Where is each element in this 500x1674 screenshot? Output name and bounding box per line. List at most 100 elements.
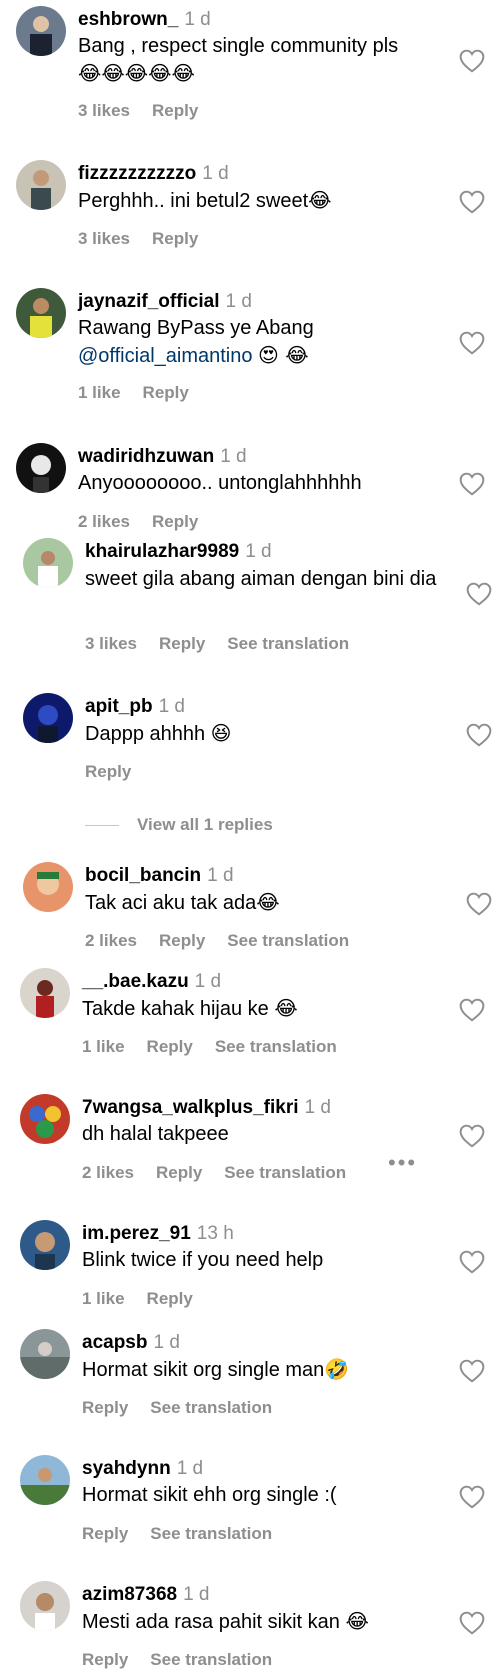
avatar[interactable]: [20, 1220, 70, 1270]
avatar[interactable]: [16, 6, 66, 56]
comment-mention-link[interactable]: @official_aimantino: [78, 345, 252, 367]
comment-username[interactable]: acapsb: [82, 1332, 147, 1353]
likes-count[interactable]: 3 likes: [78, 101, 130, 120]
reply-thread-divider: [85, 825, 119, 827]
comment-username[interactable]: syahdynn: [82, 1458, 171, 1479]
view-all-replies-label[interactable]: View all 1 replies: [137, 815, 273, 834]
comment-body: dh halal takpeee: [82, 1123, 229, 1145]
comment-time: 1 d: [207, 865, 234, 886]
reply-button[interactable]: Reply: [152, 512, 198, 531]
avatar[interactable]: [20, 968, 70, 1018]
like-heart-icon[interactable]: [459, 190, 485, 214]
comment-username[interactable]: im.perez_91: [82, 1223, 191, 1244]
avatar[interactable]: [16, 443, 66, 493]
comment-body: Dappp ahhhh: [85, 723, 206, 745]
comment-text: Perghhh.. ini betul2 sweet😂: [78, 187, 428, 215]
reply-button[interactable]: Reply: [159, 634, 205, 653]
comment-text: Hormat sikit ehh org single :(: [82, 1482, 432, 1509]
avatar[interactable]: [20, 1455, 70, 1505]
like-heart-icon[interactable]: [459, 1611, 485, 1635]
comment-text: sweet gila abang aiman dengan bini dia: [85, 566, 445, 593]
comment-username[interactable]: fizzzzzzzzzzo: [78, 163, 196, 184]
like-heart-icon[interactable]: [459, 472, 485, 496]
reply-button[interactable]: Reply: [85, 762, 131, 781]
view-all-replies-button[interactable]: View all 1 replies: [85, 814, 415, 836]
likes-count[interactable]: 2 likes: [78, 512, 130, 531]
avatar[interactable]: [20, 1094, 70, 1144]
reply-button[interactable]: Reply: [159, 931, 205, 950]
more-options-icon[interactable]: •••: [388, 1152, 417, 1174]
comment-text: Bang , respect single community pls 😂😂😂😂…: [78, 33, 428, 88]
like-heart-icon[interactable]: [459, 1124, 485, 1148]
avatar[interactable]: [23, 693, 73, 743]
comment-username[interactable]: __.bae.kazu: [82, 971, 189, 992]
avatar[interactable]: [20, 1581, 70, 1631]
comment-body: sweet gila abang aiman dengan bini dia: [85, 568, 437, 590]
reply-button[interactable]: Reply: [82, 1650, 128, 1669]
comment-time: 1 d: [184, 9, 211, 30]
comment-time: 1 d: [220, 446, 247, 467]
comment-text: Blink twice if you need help: [82, 1247, 432, 1274]
like-heart-icon[interactable]: [459, 1485, 485, 1509]
comment-time: 1 d: [153, 1332, 180, 1353]
comment-body: Rawang ByPass ye Abang: [78, 317, 314, 339]
like-heart-icon[interactable]: [466, 723, 492, 747]
like-heart-icon[interactable]: [459, 1250, 485, 1274]
comment-body: Hormat sikit org single man: [82, 1359, 325, 1381]
reply-button[interactable]: Reply: [82, 1524, 128, 1543]
comment-body: Takde kahak hijau ke: [82, 998, 269, 1020]
avatar[interactable]: [23, 862, 73, 912]
reply-button[interactable]: Reply: [147, 1037, 193, 1056]
like-heart-icon[interactable]: [466, 582, 492, 606]
see-translation-link[interactable]: See translation: [227, 931, 349, 950]
comment-time: 1 d: [245, 541, 272, 562]
comment-emoji: 😂😂😂😂😂: [78, 61, 195, 85]
comment-text: Hormat sikit org single man🤣: [82, 1356, 432, 1384]
like-heart-icon[interactable]: [459, 1359, 485, 1383]
see-translation-link[interactable]: See translation: [150, 1398, 272, 1417]
likes-count[interactable]: 2 likes: [85, 931, 137, 950]
like-heart-icon[interactable]: [459, 998, 485, 1022]
comment-username[interactable]: jaynazif_official: [78, 291, 220, 312]
comment-username[interactable]: eshbrown_: [78, 9, 178, 30]
likes-count[interactable]: 1 like: [78, 383, 121, 402]
comment-body: Mesti ada rasa pahit sikit kan: [82, 1611, 340, 1633]
likes-count[interactable]: 3 likes: [78, 229, 130, 248]
reply-button[interactable]: Reply: [82, 1398, 128, 1417]
comment-username[interactable]: 7wangsa_walkplus_fikri: [82, 1097, 299, 1118]
like-heart-icon[interactable]: [466, 892, 492, 916]
likes-count[interactable]: 3 likes: [85, 634, 137, 653]
comment-username[interactable]: azim87368: [82, 1584, 177, 1605]
comment-emoji: 😂: [256, 890, 280, 914]
reply-button[interactable]: Reply: [147, 1289, 193, 1308]
like-heart-icon[interactable]: [459, 49, 485, 73]
avatar[interactable]: [16, 288, 66, 338]
see-translation-link[interactable]: See translation: [215, 1037, 337, 1056]
comment-username[interactable]: bocil_bancin: [85, 865, 201, 886]
reply-button[interactable]: Reply: [152, 229, 198, 248]
comment-username[interactable]: apit_pb: [85, 696, 153, 717]
see-translation-link[interactable]: See translation: [150, 1524, 272, 1543]
comment-emoji: 🤣: [324, 1357, 350, 1381]
comment-time: 1 d: [183, 1584, 210, 1605]
likes-count[interactable]: 1 like: [82, 1289, 125, 1308]
avatar[interactable]: [23, 538, 73, 588]
comment-username[interactable]: wadiridhzuwan: [78, 446, 214, 467]
avatar[interactable]: [16, 160, 66, 210]
comment-time: 1 d: [202, 163, 229, 184]
comment-time: 13 h: [196, 1223, 234, 1244]
like-heart-icon[interactable]: [459, 331, 485, 355]
likes-count[interactable]: 1 like: [82, 1037, 125, 1056]
see-translation-link[interactable]: See translation: [224, 1163, 346, 1182]
avatar[interactable]: [20, 1329, 70, 1379]
comment-body: Blink twice if you need help: [82, 1249, 324, 1271]
likes-count[interactable]: 2 likes: [82, 1163, 134, 1182]
see-translation-link[interactable]: See translation: [150, 1650, 272, 1669]
reply-button[interactable]: Reply: [143, 383, 189, 402]
comment-username[interactable]: khairulazhar9989: [85, 541, 239, 562]
reply-button[interactable]: Reply: [156, 1163, 202, 1182]
see-translation-link[interactable]: See translation: [227, 634, 349, 653]
reply-button[interactable]: Reply: [152, 101, 198, 120]
comment-body: Anyoooooooo.. untonglahhhhhh: [78, 472, 362, 494]
comment-text: Rawang ByPass ye Abang @official_aimanti…: [78, 315, 428, 370]
